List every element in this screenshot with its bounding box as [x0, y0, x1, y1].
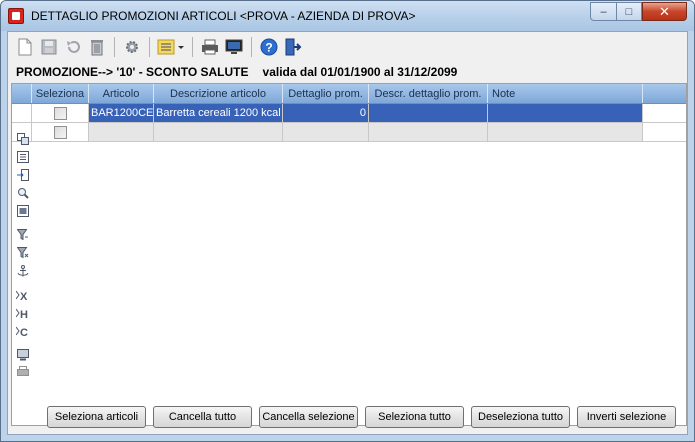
- svg-text:H: H: [20, 309, 28, 319]
- export-csv-icon[interactable]: C: [15, 324, 31, 338]
- deseleziona-tutto-button[interactable]: Deseleziona tutto: [471, 406, 570, 428]
- preview-monitor-icon[interactable]: [223, 36, 245, 58]
- descrizione-cell[interactable]: Barretta cereali 1200 kcal: [154, 104, 283, 122]
- app-icon[interactable]: [8, 8, 24, 24]
- print-icon[interactable]: [199, 36, 221, 58]
- column-header-note[interactable]: Note: [488, 84, 643, 103]
- select-checkbox[interactable]: [53, 125, 67, 139]
- note-cell[interactable]: [488, 123, 643, 141]
- print-small-icon[interactable]: [15, 364, 31, 378]
- grid-corner: [12, 84, 32, 103]
- client-area: ? PROMOZIONE--> '10' - SCONTO SALUTE val…: [7, 31, 688, 435]
- descr-dettaglio-cell[interactable]: [369, 104, 488, 122]
- minimize-button[interactable]: –: [590, 2, 617, 21]
- settings-gear-icon[interactable]: [121, 36, 143, 58]
- promotion-validity: valida dal 01/01/1900 al 31/12/2099: [262, 65, 458, 79]
- action-button-bar: Seleziona articoli Cancella tutto Cancel…: [8, 402, 687, 432]
- table-row[interactable]: [12, 123, 686, 142]
- delete-icon[interactable]: [86, 36, 108, 58]
- toolbar-separator: [192, 36, 193, 57]
- seleziona-articoli-button[interactable]: Seleziona articoli: [47, 406, 146, 428]
- note-cell[interactable]: [488, 104, 643, 122]
- articolo-cell[interactable]: BAR1200CE: [89, 104, 154, 122]
- copy-rows-icon[interactable]: [15, 132, 31, 146]
- svg-text:C: C: [20, 327, 28, 337]
- column-header-seleziona[interactable]: Seleziona: [32, 84, 89, 103]
- seleziona-tutto-button[interactable]: Seleziona tutto: [365, 406, 464, 428]
- monitor-icon[interactable]: [15, 348, 31, 362]
- filter-clear-icon[interactable]: [15, 246, 31, 260]
- articolo-cell[interactable]: [89, 123, 154, 141]
- grid-view-icon[interactable]: [15, 204, 31, 218]
- list-view-dropdown-icon[interactable]: [156, 36, 186, 58]
- details-grid[interactable]: Seleziona Articolo Descrizione articolo …: [11, 83, 687, 426]
- cancella-tutto-button[interactable]: Cancella tutto: [153, 406, 252, 428]
- row-indicator[interactable]: [12, 104, 32, 122]
- toolbar: ?: [8, 32, 687, 61]
- import-icon[interactable]: [15, 168, 31, 182]
- descr-dettaglio-cell[interactable]: [369, 123, 488, 141]
- export-excel-icon[interactable]: X: [15, 288, 31, 302]
- title-bar[interactable]: DETTAGLIO PROMOZIONI ARTICOLI <PROVA - A…: [1, 1, 694, 31]
- undo-icon[interactable]: [62, 36, 84, 58]
- column-header-descrizione[interactable]: Descrizione articolo: [154, 84, 283, 103]
- promotion-header: PROMOZIONE--> '10' - SCONTO SALUTE valid…: [16, 65, 457, 79]
- svg-text:X: X: [20, 291, 28, 301]
- cancella-selezione-button[interactable]: Cancella selezione: [259, 406, 358, 428]
- grid-header: Seleziona Articolo Descrizione articolo …: [12, 84, 686, 104]
- save-icon[interactable]: [38, 36, 60, 58]
- column-header-descr-dettaglio[interactable]: Descr. dettaglio prom.: [369, 84, 488, 103]
- toolbar-separator: [251, 36, 252, 57]
- anchor-icon[interactable]: [15, 264, 31, 278]
- list-icon[interactable]: [15, 150, 31, 164]
- dettaglio-cell[interactable]: [283, 123, 369, 141]
- column-header-articolo[interactable]: Articolo: [89, 84, 154, 103]
- select-cell[interactable]: [32, 123, 89, 141]
- main-window: DETTAGLIO PROMOZIONI ARTICOLI <PROVA - A…: [0, 0, 695, 442]
- zoom-icon[interactable]: [15, 186, 31, 200]
- dettaglio-cell[interactable]: 0: [283, 104, 369, 122]
- toolbar-separator: [114, 36, 115, 57]
- filter-icon[interactable]: [15, 228, 31, 242]
- descrizione-cell[interactable]: [154, 123, 283, 141]
- maximize-button[interactable]: □: [616, 2, 642, 21]
- select-cell[interactable]: [32, 104, 89, 122]
- toolbar-separator: [149, 36, 150, 57]
- table-row[interactable]: BAR1200CE Barretta cereali 1200 kcal 0: [12, 104, 686, 123]
- exit-door-icon[interactable]: [282, 36, 304, 58]
- svg-text:?: ?: [265, 40, 272, 54]
- column-header-dettaglio[interactable]: Dettaglio prom.: [283, 84, 369, 103]
- new-document-icon[interactable]: [14, 36, 36, 58]
- promotion-label: PROMOZIONE--> '10' - SCONTO SALUTE: [16, 65, 249, 79]
- inverti-selezione-button[interactable]: Inverti selezione: [577, 406, 676, 428]
- close-button[interactable]: ✕: [642, 2, 687, 21]
- select-checkbox[interactable]: [53, 106, 67, 120]
- export-html-icon[interactable]: H: [15, 306, 31, 320]
- window-title: DETTAGLIO PROMOZIONI ARTICOLI <PROVA - A…: [31, 9, 416, 23]
- help-icon[interactable]: ?: [258, 36, 280, 58]
